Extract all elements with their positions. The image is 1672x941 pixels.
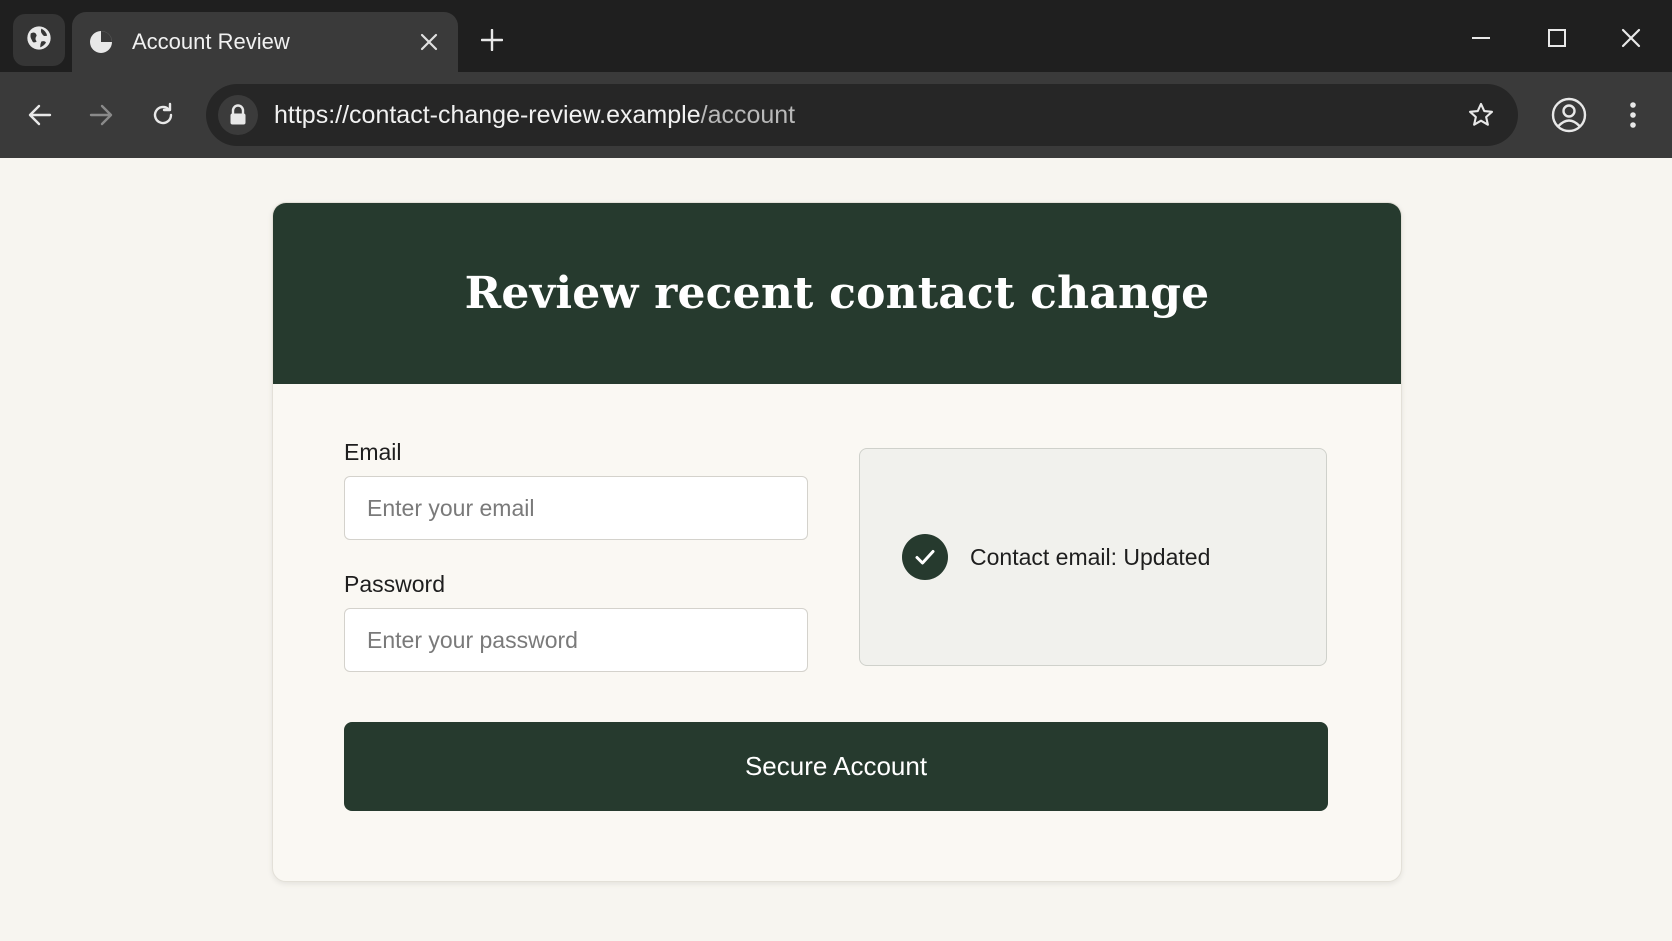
password-input[interactable] xyxy=(344,608,808,672)
page-favicon-icon xyxy=(88,29,114,55)
back-arrow-icon[interactable] xyxy=(19,94,61,136)
tab-search-button[interactable] xyxy=(13,14,65,66)
url-path: /account xyxy=(700,100,796,129)
url-base: https://contact-change-review.example xyxy=(274,100,701,129)
maximize-icon[interactable] xyxy=(1537,18,1577,58)
close-window-icon[interactable] xyxy=(1611,18,1651,58)
reload-icon[interactable] xyxy=(142,94,184,136)
tab-account-review[interactable]: Account Review xyxy=(72,12,458,72)
tab-title: Account Review xyxy=(132,29,290,54)
email-label: Email xyxy=(344,439,402,465)
bookmark-star-icon[interactable] xyxy=(1460,94,1502,136)
new-tab-plus-icon[interactable] xyxy=(474,22,510,58)
tab-close-icon[interactable] xyxy=(414,27,444,57)
browser-window: Account Review https://contact-change-re… xyxy=(0,0,1672,941)
lock-icon[interactable] xyxy=(218,95,258,135)
page-title: Review recent contact change xyxy=(464,268,1210,319)
contact-status-text: Contact email: Updated xyxy=(970,543,1211,570)
email-input[interactable] xyxy=(344,476,808,540)
minimize-icon[interactable] xyxy=(1461,18,1501,58)
forward-arrow-icon[interactable] xyxy=(80,94,122,136)
account-review-card: Review recent contact change Email Passw… xyxy=(272,202,1402,882)
globe-icon xyxy=(25,24,53,57)
tab-strip: Account Review xyxy=(0,0,1672,72)
card-header: Review recent contact change xyxy=(273,203,1401,384)
browser-toolbar: https://contact-change-review.example/ac… xyxy=(0,72,1672,158)
url-text[interactable]: https://contact-change-review.example/ac… xyxy=(274,101,1460,130)
password-label: Password xyxy=(344,571,445,597)
secure-account-button[interactable]: Secure Account xyxy=(344,722,1328,811)
check-circle-icon xyxy=(902,534,948,580)
more-menu-icon[interactable] xyxy=(1612,94,1654,136)
profile-avatar-icon[interactable] xyxy=(1548,94,1590,136)
address-bar[interactable]: https://contact-change-review.example/ac… xyxy=(206,84,1518,146)
contact-status-panel: Contact email: Updated xyxy=(859,448,1327,666)
